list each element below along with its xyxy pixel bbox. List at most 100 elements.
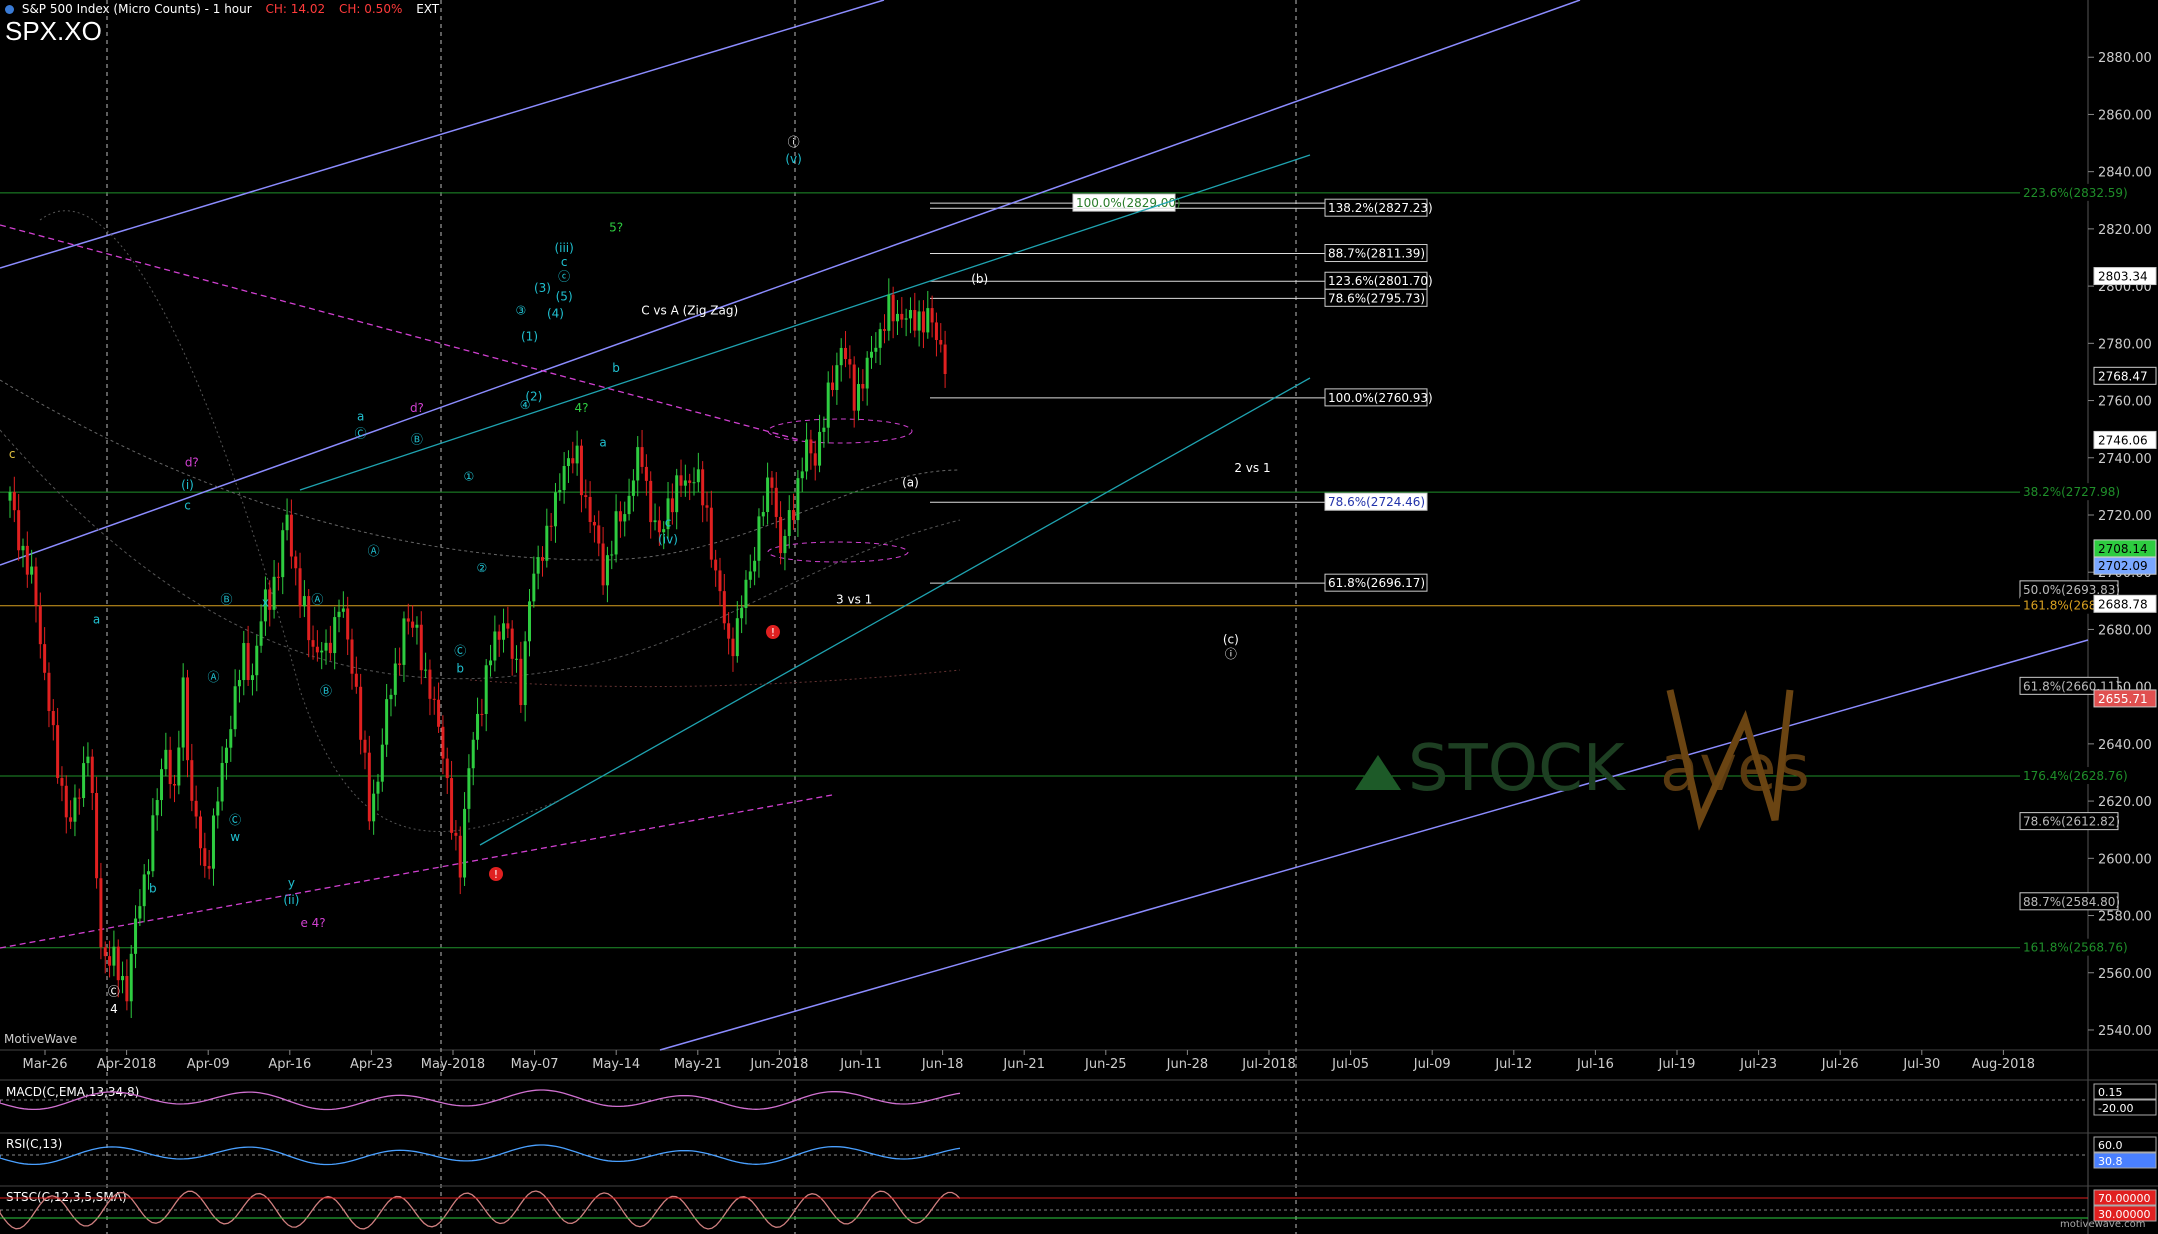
candle-body: [926, 308, 930, 333]
candle-body: [185, 677, 189, 761]
candle-body: [584, 495, 588, 497]
candle-body: [190, 760, 194, 801]
wave-label: c: [184, 498, 191, 512]
x-tick-label: Apr-2018: [97, 1057, 156, 1072]
candle-body: [579, 445, 583, 496]
wave-label: a: [93, 613, 100, 627]
candle-body: [311, 640, 315, 647]
candle-body: [592, 521, 596, 526]
wave-label: ①: [464, 470, 475, 484]
fib-right-label: 176.4%(2628.76): [2023, 769, 2128, 783]
candle-body: [363, 739, 367, 753]
candle-body: [744, 579, 748, 609]
candle-body: [64, 785, 68, 818]
candle-body: [800, 471, 804, 479]
candle-body: [432, 698, 436, 700]
candle-body: [631, 480, 635, 496]
x-tick-label: Jul-16: [1576, 1057, 1614, 1072]
y-tick-label: 2880.00: [2098, 51, 2152, 66]
candle-body: [818, 431, 822, 466]
candle-body: [424, 669, 428, 671]
candle-body: [341, 608, 345, 612]
candle-body: [82, 763, 86, 799]
wave-label: 4: [110, 1002, 118, 1016]
candle-body: [350, 639, 354, 674]
price-tag-label: 2768.47: [2098, 369, 2148, 383]
wave-label: ③: [515, 304, 526, 318]
candle-body: [696, 469, 700, 483]
candle-body: [255, 645, 259, 676]
candle-body: [428, 669, 432, 699]
candle-body: [8, 492, 12, 501]
candle-body: [367, 752, 371, 822]
candle-body: [151, 815, 155, 872]
wave-label: (ii): [283, 893, 299, 907]
candle-body: [60, 778, 64, 786]
candle-body: [882, 329, 886, 331]
alert-icon-glyph: !: [771, 626, 775, 639]
candle-body: [211, 815, 215, 869]
candle-body: [761, 512, 765, 517]
wave-label: (5): [556, 289, 573, 303]
price-tag-label: 2655.71: [2098, 692, 2148, 706]
x-tick-label: Jun-28: [1166, 1057, 1209, 1072]
wave-label: b: [612, 361, 620, 375]
candle-body: [826, 382, 830, 428]
x-tick-label: Jul-2018: [1241, 1057, 1295, 1072]
wave-label: Ⓐ: [207, 670, 219, 684]
x-tick-label: May-21: [674, 1057, 722, 1072]
candle-body: [181, 677, 185, 748]
candle-body: [571, 458, 575, 464]
upper-trend-line: [0, 0, 885, 269]
candle-body: [727, 623, 731, 639]
candle-body: [636, 447, 640, 481]
candle-body: [848, 359, 852, 365]
candle-body: [878, 329, 882, 348]
wave-label: 4?: [574, 401, 588, 415]
candle-body: [471, 739, 475, 769]
x-tick-label: Jul-05: [1331, 1057, 1369, 1072]
candle-body: [359, 686, 363, 740]
candle-body: [870, 351, 874, 358]
candle-body: [337, 611, 341, 618]
candle-body: [476, 713, 480, 740]
candle-body: [250, 675, 254, 680]
candle-body: [43, 644, 47, 673]
candle-body: [627, 495, 631, 515]
candle-body: [259, 621, 263, 646]
candle-body: [753, 560, 757, 572]
candle-body: [688, 480, 692, 483]
wave-label: (a): [902, 475, 919, 489]
indicator-value: 0.15: [2098, 1086, 2123, 1099]
wave-label: d?: [185, 455, 199, 469]
fib-right-label: 88.7%(2584.80): [2023, 895, 2120, 909]
candle-body: [246, 643, 250, 680]
x-tick-label: Jul-30: [1902, 1057, 1940, 1072]
y-tick-label: 2600.00: [2098, 852, 2152, 867]
candle-body: [34, 566, 38, 606]
candle-body: [822, 427, 826, 432]
candle-body: [441, 726, 445, 759]
x-tick-label: Jun-18: [921, 1057, 964, 1072]
moving-average-line-2: [0, 429, 961, 680]
candle-body: [844, 347, 848, 360]
candle-body: [705, 505, 709, 508]
candle-body: [307, 596, 311, 641]
candle-body: [25, 545, 29, 575]
candle-body: [766, 477, 770, 513]
wave-label: ②: [476, 561, 487, 575]
candle-body: [346, 608, 350, 640]
candle-body: [77, 797, 81, 799]
wave-label: b: [149, 882, 157, 896]
candle-body: [523, 641, 527, 706]
fib-label: 138.2%(2827.23): [1328, 201, 1433, 215]
candle-body: [463, 808, 467, 878]
candle-body: [47, 672, 51, 712]
candle-body: [95, 792, 99, 879]
candle-body: [545, 525, 549, 561]
wave-label: 5?: [609, 221, 623, 235]
indicator-value: -20.00: [2098, 1102, 2133, 1115]
candle-body: [857, 384, 861, 411]
price-chart[interactable]: 2880.002860.002840.002820.002800.002780.…: [0, 0, 2158, 1234]
wave-label: Ⓒ: [229, 813, 241, 827]
